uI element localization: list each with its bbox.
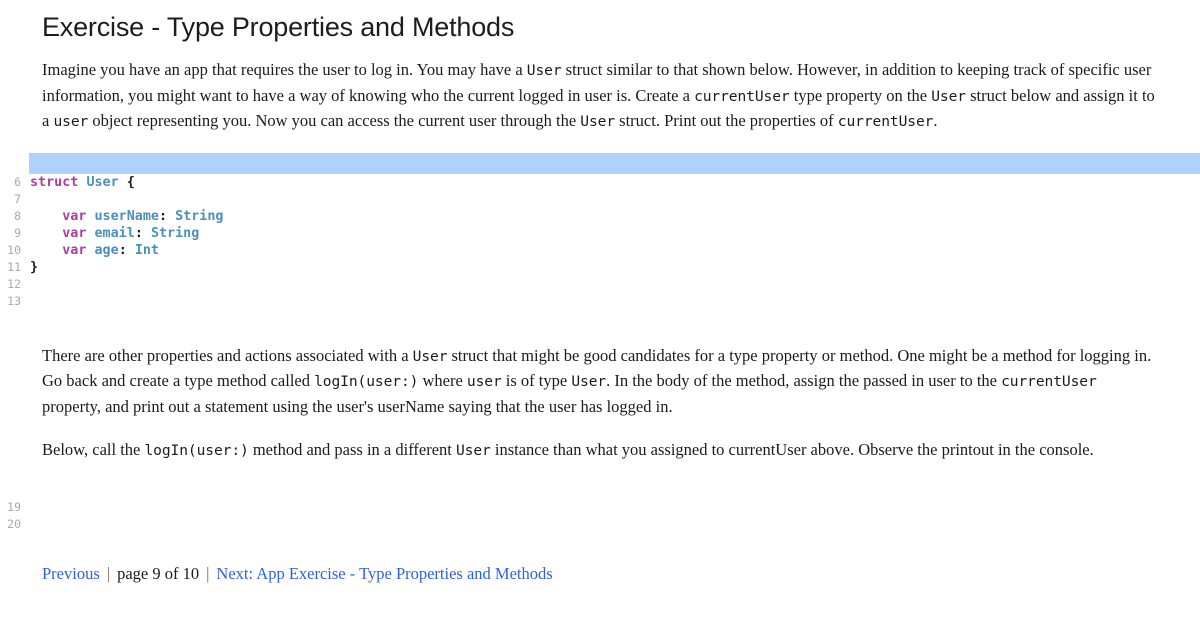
inline-code: user bbox=[53, 113, 89, 130]
code-token: age bbox=[94, 242, 119, 258]
code-line-text[interactable]: var userName: String bbox=[21, 208, 224, 225]
intro-prose-block: Imagine you have an app that requires th… bbox=[0, 58, 1200, 135]
page-indicator: page 9 of 10 bbox=[117, 563, 200, 583]
inline-code: currentUser bbox=[837, 113, 934, 130]
code-token: : bbox=[159, 208, 176, 224]
intro-paragraph: Imagine you have an app that requires th… bbox=[42, 60, 1155, 130]
code-line[interactable]: 20 bbox=[0, 516, 1200, 533]
code-token: String bbox=[150, 225, 200, 241]
code-token: var bbox=[62, 242, 87, 258]
line-number: 13 bbox=[7, 293, 21, 308]
line-number: 11 bbox=[7, 259, 21, 274]
code-token: } bbox=[30, 259, 39, 275]
next-link[interactable]: Next: App Exercise - Type Properties and… bbox=[216, 564, 552, 583]
code-token: : bbox=[118, 242, 135, 258]
line-number: 12 bbox=[7, 276, 21, 291]
code-token: var bbox=[62, 208, 87, 224]
inline-code: logIn(user:) bbox=[314, 373, 419, 390]
line-number: 9 bbox=[14, 225, 21, 240]
inline-code: User bbox=[571, 373, 607, 390]
code-line[interactable]: 6 struct User { bbox=[0, 174, 1200, 191]
code-token: String bbox=[175, 208, 224, 224]
line-number: 19 bbox=[7, 499, 21, 514]
code-line[interactable]: 19 bbox=[0, 499, 1200, 516]
page-title: Exercise - Type Properties and Methods bbox=[42, 12, 515, 42]
exercise-page: { "page": { "title": "Exercise - Type Pr… bbox=[0, 0, 1200, 618]
pager-separator-2: | bbox=[206, 563, 210, 583]
code-token: Int bbox=[134, 242, 159, 258]
code-line[interactable]: 7 bbox=[0, 191, 1200, 208]
code-line-list[interactable]: 6 struct User {7 8 var userName: String 9 v… bbox=[0, 153, 1200, 310]
code-token: userName bbox=[94, 208, 160, 224]
code-line-text[interactable]: } bbox=[21, 259, 38, 276]
code-editor[interactable]: 6 struct User {7 8 var userName: String 9 v… bbox=[0, 152, 1200, 310]
code-line[interactable]: 9 var email: String bbox=[0, 225, 1200, 242]
inline-code: user bbox=[466, 373, 502, 390]
previous-link[interactable]: Previous bbox=[42, 564, 100, 583]
code-line-text[interactable]: var email: String bbox=[21, 225, 199, 242]
inline-code: User bbox=[931, 87, 966, 105]
pager-nav: Previous | page 9 of 10 | Next: App Exercise… bbox=[0, 563, 1200, 585]
middle-paragraph: There are other properties and actions a… bbox=[42, 345, 1152, 416]
bottom-spacer bbox=[0, 533, 1200, 563]
pager-separator-1: | bbox=[106, 563, 111, 583]
inline-code: currentUser bbox=[1001, 373, 1097, 390]
code-token: User bbox=[86, 174, 119, 190]
code-token: { bbox=[118, 174, 135, 190]
inline-code: User bbox=[580, 113, 616, 130]
code-line[interactable]: 12 bbox=[0, 276, 1200, 293]
inline-code: currentUser bbox=[694, 87, 790, 105]
code-line[interactable]: 10 var age: Int bbox=[0, 242, 1200, 259]
code-token: struct bbox=[30, 174, 79, 190]
code-line-list-tail[interactable]: 19 20 bbox=[0, 499, 1200, 533]
code-line[interactable]: 11} bbox=[0, 259, 1200, 276]
code-line-text[interactable]: var age: Int bbox=[21, 242, 159, 259]
code-line[interactable]: 8 var userName: String bbox=[0, 208, 1200, 225]
inline-code: logIn(user:) bbox=[144, 442, 249, 459]
code-token: : bbox=[134, 225, 151, 241]
code-line[interactable]: 13 bbox=[0, 293, 1200, 310]
inline-code: User bbox=[455, 442, 491, 459]
code-token: email bbox=[94, 225, 135, 241]
below-paragraph: Below, call the logIn(user:) method and … bbox=[42, 440, 1094, 459]
code-line-text[interactable]: struct User { bbox=[21, 174, 135, 191]
line-number: 10 bbox=[7, 242, 21, 257]
line-number: 20 bbox=[7, 516, 21, 531]
inline-code: User bbox=[526, 62, 562, 79]
line-number: 8 bbox=[14, 208, 21, 223]
code-token: var bbox=[62, 225, 87, 241]
inline-code: User bbox=[412, 347, 448, 365]
middle-prose-block: There are other properties and actions a… bbox=[0, 344, 1200, 464]
line-number: 6 bbox=[14, 174, 21, 189]
code-editor-tail[interactable]: 19 20 bbox=[0, 498, 1200, 533]
line-number: 7 bbox=[14, 191, 21, 206]
